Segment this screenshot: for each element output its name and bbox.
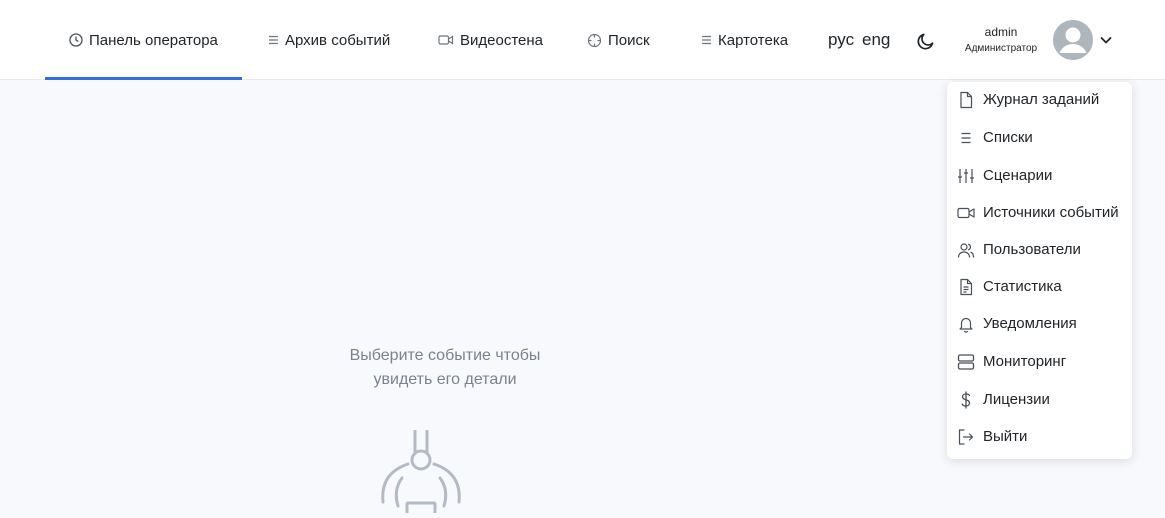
nav-operator-panel[interactable]: Панель оператора	[45, 0, 242, 80]
menu-item-users[interactable]: Пользователи	[947, 233, 1132, 267]
sliders-icon	[957, 167, 975, 185]
dollar-icon	[957, 391, 975, 409]
menu-item-notifications[interactable]: Уведомления	[947, 307, 1132, 341]
logout-icon	[957, 428, 975, 446]
theme-toggle-button[interactable]	[915, 30, 937, 52]
user-name: admin	[984, 25, 1018, 39]
chevron-down-icon[interactable]	[1099, 33, 1113, 52]
video-camera-icon	[957, 204, 975, 222]
lang-ru[interactable]: рус	[828, 0, 854, 80]
user-dropdown-menu: Журнал заданий Списки Сценарии Источники…	[947, 82, 1132, 459]
nav-search[interactable]: Поиск	[587, 0, 650, 80]
menu-item-label: Пользователи	[983, 241, 1081, 258]
menu-item-lists[interactable]: Списки	[947, 121, 1132, 155]
video-camera-icon	[438, 34, 454, 46]
user-role: Администратор	[964, 43, 1038, 54]
list-icon	[957, 129, 975, 147]
nav-video-wall[interactable]: Видеостена	[438, 0, 543, 80]
user-avatar-icon[interactable]	[1053, 20, 1093, 60]
empty-state-line: Выберите событие чтобы	[349, 347, 541, 364]
lang-en[interactable]: eng	[862, 0, 890, 80]
empty-state-line: увидеть его детали	[373, 371, 517, 388]
crosshair-icon	[587, 33, 602, 48]
menu-item-label: Журнал заданий	[983, 91, 1100, 108]
menu-item-label: Выйти	[983, 428, 1028, 445]
menu-item-licenses[interactable]: Лицензии	[947, 383, 1132, 417]
menu-item-label: Уведомления	[983, 315, 1077, 332]
nav-label: Видеостена	[460, 31, 543, 49]
file-icon	[957, 91, 975, 109]
users-icon	[957, 241, 975, 259]
list-icon	[701, 34, 712, 46]
file-text-icon	[957, 278, 975, 296]
nav-events-archive[interactable]: Архив событий	[268, 0, 390, 80]
menu-item-label: Мониторинг	[983, 353, 1067, 370]
menu-item-label: Источники событий	[983, 204, 1119, 221]
nav-card-index[interactable]: Картотека	[701, 0, 788, 80]
nav-label: Картотека	[718, 31, 789, 49]
menu-item-task-log[interactable]: Журнал заданий	[947, 83, 1132, 117]
bell-icon	[957, 315, 975, 333]
menu-item-monitoring[interactable]: Мониторинг	[947, 345, 1132, 379]
menu-item-logout[interactable]: Выйти	[947, 420, 1132, 454]
menu-item-label: Списки	[983, 129, 1033, 146]
empty-state-illustration	[378, 429, 466, 518]
menu-item-event-sources[interactable]: Источники событий	[947, 196, 1132, 230]
nav-label: Панель оператора	[89, 31, 218, 49]
menu-item-label: Сценарии	[983, 167, 1053, 184]
empty-state-message: Выберите событие чтобы увидеть его детал…	[320, 344, 570, 392]
nav-label: Архив событий	[285, 31, 391, 49]
menu-item-scenarios[interactable]: Сценарии	[947, 159, 1132, 193]
top-navbar: Панель оператора Архив событий Видеостен…	[0, 0, 1165, 80]
clock-icon	[69, 33, 83, 47]
moon-icon	[915, 33, 937, 56]
nav-label: Поиск	[608, 31, 650, 49]
server-icon	[957, 353, 975, 371]
list-icon	[268, 34, 279, 46]
menu-item-label: Лицензии	[983, 391, 1050, 408]
menu-item-label: Статистика	[983, 278, 1062, 295]
menu-item-statistics[interactable]: Статистика	[947, 270, 1132, 304]
